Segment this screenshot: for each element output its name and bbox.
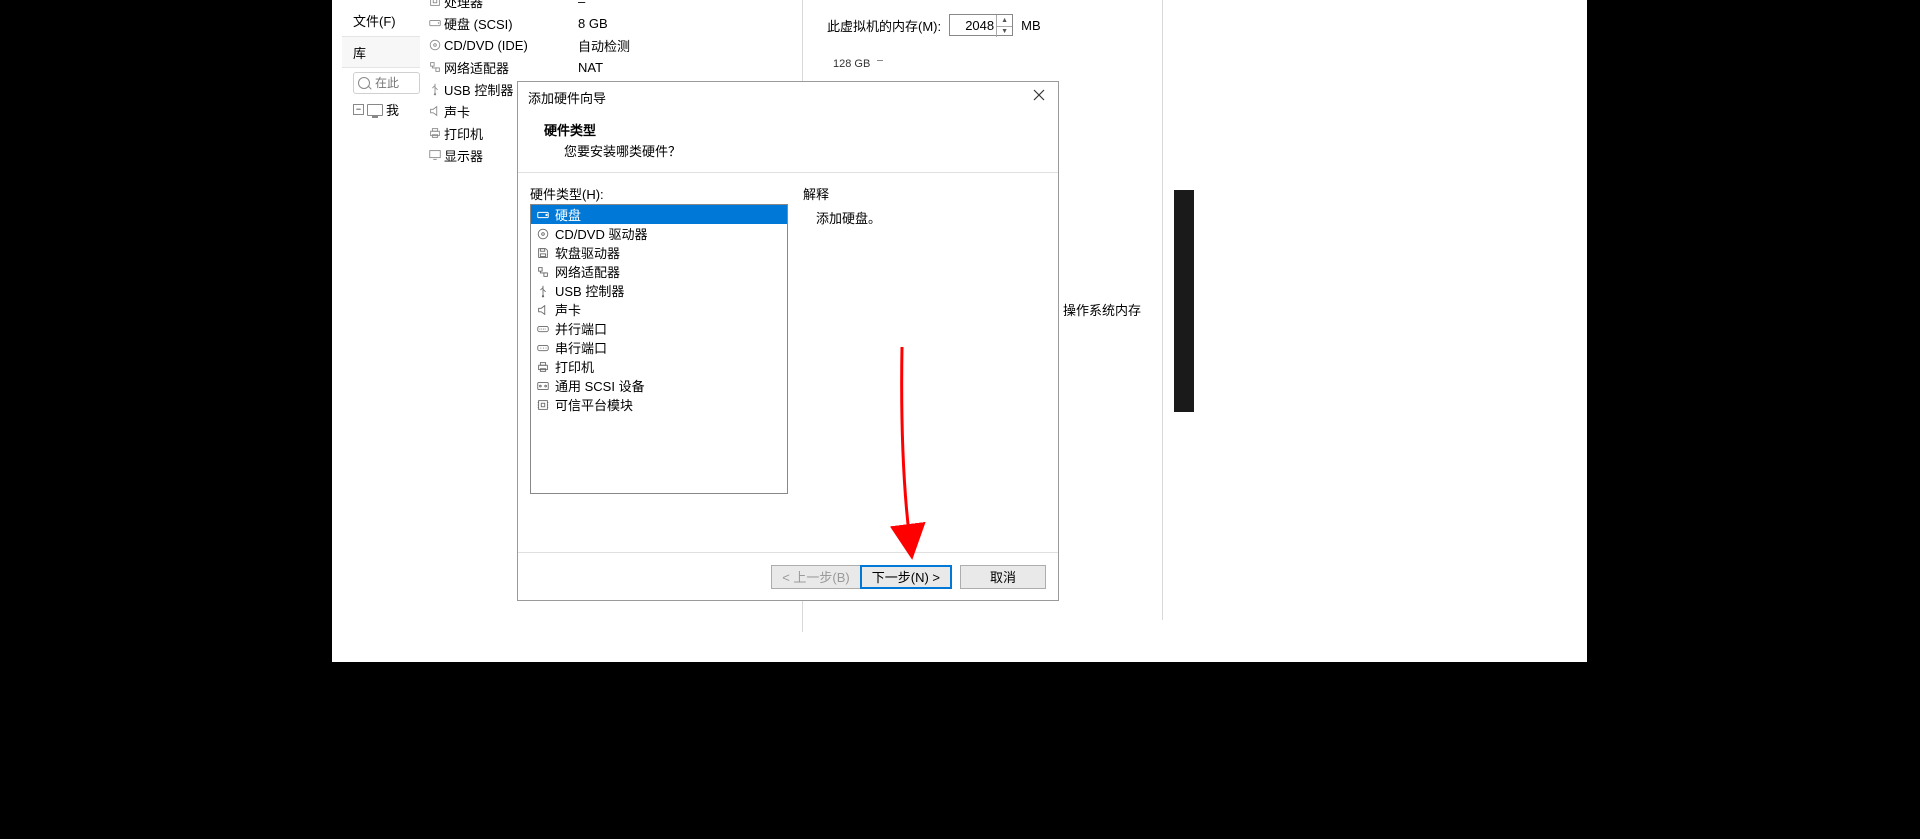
- wizard-separator: [518, 172, 1058, 173]
- sound-icon: [535, 303, 551, 317]
- hw-item-harddisk[interactable]: 硬盘: [531, 205, 787, 224]
- memory-value: 2048: [965, 18, 994, 33]
- memory-spinner[interactable]: ▲ ▼: [996, 15, 1012, 37]
- network-icon: [535, 265, 551, 279]
- hdd-icon: [426, 16, 444, 30]
- disc-icon: [535, 227, 551, 241]
- usb-icon: [535, 284, 551, 298]
- computer-icon: [367, 104, 383, 116]
- device-row-processor[interactable]: 处理器 –: [426, 0, 806, 12]
- guest-os-memory-text: 操作系统内存: [1063, 300, 1141, 319]
- explanation-label: 解释: [803, 184, 829, 203]
- add-hardware-wizard-dialog: 添加硬件向导 硬件类型 您要安装哪类硬件？ 硬件类型(H): 解释 硬盘 CD/…: [517, 81, 1059, 601]
- close-button[interactable]: [1026, 84, 1052, 106]
- search-input[interactable]: [373, 75, 417, 91]
- hw-item-sound[interactable]: 声卡: [531, 300, 787, 319]
- memory-slider-tick: [877, 60, 883, 61]
- wizard-subheading: 您要安装哪类硬件？: [564, 141, 681, 160]
- usb-icon: [426, 82, 444, 96]
- search-icon: [358, 77, 370, 89]
- cpu-icon: [426, 0, 444, 8]
- cancel-button[interactable]: 取消: [960, 565, 1046, 589]
- device-row-hdd[interactable]: 硬盘 (SCSI) 8 GB: [426, 12, 806, 34]
- hw-item-serial[interactable]: 串行端口: [531, 338, 787, 357]
- display-icon: [426, 148, 444, 162]
- library-label: 库: [353, 43, 366, 62]
- disc-icon: [426, 38, 444, 52]
- close-icon: [1033, 89, 1045, 101]
- tree-collapse-icon[interactable]: −: [353, 104, 364, 115]
- search-box[interactable]: [353, 72, 420, 94]
- hw-item-tpm[interactable]: 可信平台模块: [531, 395, 787, 414]
- parallel-port-icon: [535, 322, 551, 336]
- wizard-title: 添加硬件向导: [528, 88, 606, 107]
- library-tree-item[interactable]: − 我: [353, 100, 399, 119]
- memory-slider-tick-label: 128 GB: [833, 58, 870, 70]
- memory-unit: MB: [1021, 18, 1041, 33]
- spinner-up-icon[interactable]: ▲: [997, 15, 1012, 27]
- sound-icon: [426, 104, 444, 118]
- memory-input[interactable]: 2048 ▲ ▼: [949, 14, 1013, 36]
- hw-item-usb[interactable]: USB 控制器: [531, 281, 787, 300]
- wizard-header: 硬件类型 您要安装哪类硬件？: [544, 120, 681, 160]
- hardware-types-listbox[interactable]: 硬盘 CD/DVD 驱动器 软盘驱动器 网络适配器 USB 控制器 声卡: [530, 204, 788, 494]
- spinner-down-icon[interactable]: ▼: [997, 27, 1012, 38]
- menu-file[interactable]: 文件(F): [353, 11, 396, 30]
- hw-item-cddvd[interactable]: CD/DVD 驱动器: [531, 224, 787, 243]
- hw-item-printer[interactable]: 打印机: [531, 357, 787, 376]
- explanation-text: 添加硬盘。: [816, 208, 881, 227]
- tree-item-label: 我: [386, 100, 399, 119]
- background-dark-region: [1174, 190, 1194, 412]
- library-header: 库: [342, 36, 420, 68]
- next-button[interactable]: 下一步(N) >: [860, 565, 952, 589]
- network-icon: [426, 60, 444, 74]
- settings-dialog-right-border: [1162, 0, 1163, 620]
- memory-label: 此虚拟机的内存(M):: [827, 16, 941, 35]
- tpm-icon: [535, 398, 551, 412]
- floppy-icon: [535, 246, 551, 260]
- serial-port-icon: [535, 341, 551, 355]
- hardware-types-label: 硬件类型(H):: [530, 184, 604, 203]
- scsi-icon: [535, 379, 551, 393]
- hw-item-parallel[interactable]: 并行端口: [531, 319, 787, 338]
- printer-icon: [535, 360, 551, 374]
- hw-item-floppy[interactable]: 软盘驱动器: [531, 243, 787, 262]
- device-row-cddvd[interactable]: CD/DVD (IDE) 自动检测: [426, 34, 806, 56]
- hw-item-scsi[interactable]: 通用 SCSI 设备: [531, 376, 787, 395]
- hw-item-network[interactable]: 网络适配器: [531, 262, 787, 281]
- hdd-icon: [535, 208, 551, 222]
- wizard-heading: 硬件类型: [544, 120, 681, 139]
- wizard-footer: < 上一步(B) 下一步(N) > 取消: [518, 552, 1058, 600]
- device-row-network[interactable]: 网络适配器 NAT: [426, 56, 806, 78]
- printer-icon: [426, 126, 444, 140]
- back-button: < 上一步(B): [771, 565, 860, 589]
- app-window: 文件(F) 库 − 我 处理器 – 硬盘 (SCSI) 8 GB CD/DVD …: [332, 0, 1587, 662]
